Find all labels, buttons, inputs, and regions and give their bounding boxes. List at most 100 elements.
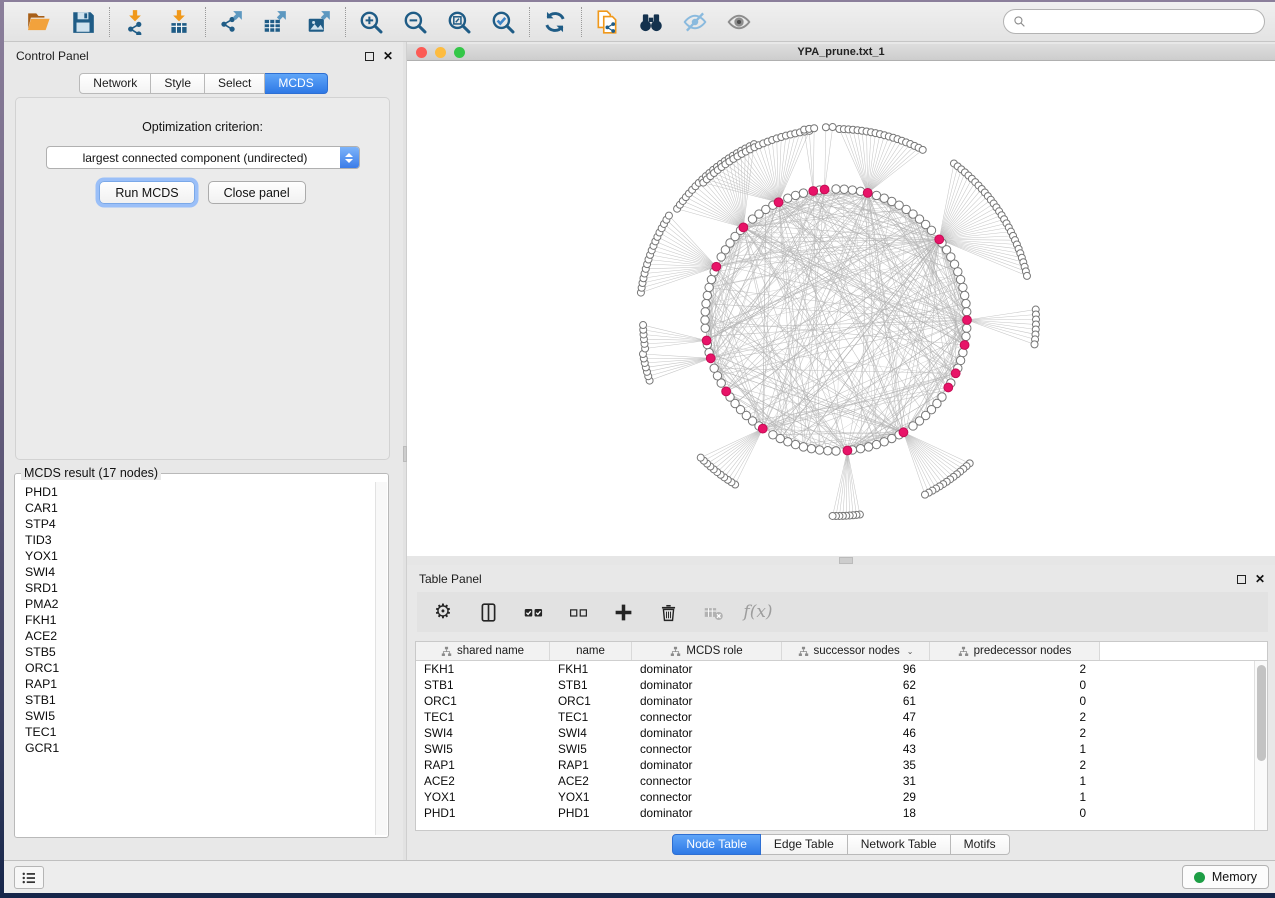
mcds-result-node[interactable]: STB5 xyxy=(25,644,374,660)
network-node[interactable] xyxy=(710,364,718,372)
network-mcds-node[interactable] xyxy=(951,369,960,378)
table-row[interactable]: STB1STB1dominator620 xyxy=(416,677,1254,693)
optimization-criterion-select[interactable]: largest connected component (undirected) xyxy=(46,146,360,169)
network-node[interactable] xyxy=(856,444,864,452)
network-node[interactable] xyxy=(824,447,832,455)
deselect-all-columns-button[interactable] xyxy=(566,600,590,624)
task-history-button[interactable] xyxy=(14,866,44,889)
mcds-result-node[interactable]: STB1 xyxy=(25,692,374,708)
network-node[interactable] xyxy=(909,422,917,430)
network-node[interactable] xyxy=(807,444,815,452)
network-node[interactable] xyxy=(832,447,840,455)
tab-node-table[interactable]: Node Table xyxy=(672,834,761,855)
network-leaf-node[interactable] xyxy=(822,124,829,131)
zoom-in-button[interactable] xyxy=(358,8,385,35)
column-header-name[interactable]: name xyxy=(550,642,632,660)
network-node[interactable] xyxy=(832,185,840,193)
network-mcds-node[interactable] xyxy=(809,187,818,196)
node-table-body[interactable]: FKH1FKH1dominator962STB1STB1dominator620… xyxy=(416,661,1254,830)
mcds-result-node[interactable]: YOX1 xyxy=(25,548,374,564)
network-node[interactable] xyxy=(701,316,709,324)
network-node[interactable] xyxy=(864,443,872,451)
tab-network-table[interactable]: Network Table xyxy=(848,834,951,855)
mcds-result-node[interactable]: CAR1 xyxy=(25,500,374,516)
mcds-result-node[interactable]: ORC1 xyxy=(25,660,374,676)
table-row[interactable]: TEC1TEC1connector472 xyxy=(416,709,1254,725)
network-node[interactable] xyxy=(799,189,807,197)
network-node[interactable] xyxy=(707,275,715,283)
column-header-MCDS-role[interactable]: MCDS role xyxy=(632,642,782,660)
network-mcds-node[interactable] xyxy=(820,185,829,194)
close-panel-button[interactable]: Close panel xyxy=(208,181,306,204)
network-node[interactable] xyxy=(848,186,856,194)
network-node[interactable] xyxy=(701,308,709,316)
mcds-result-list[interactable]: PHD1CAR1STP4TID3YOX1SWI4SRD1PMA2FKH1ACE2… xyxy=(16,482,374,835)
column-header-predecessor-nodes[interactable]: predecessor nodes xyxy=(930,642,1100,660)
network-leaf-node[interactable] xyxy=(919,146,926,153)
network-node[interactable] xyxy=(702,299,710,307)
network-leaf-node[interactable] xyxy=(697,454,704,461)
clone-network-button[interactable] xyxy=(594,8,621,35)
table-row[interactable]: SWI4SWI4dominator462 xyxy=(416,725,1254,741)
network-node[interactable] xyxy=(960,291,968,299)
refresh-button[interactable] xyxy=(542,8,569,35)
mcds-result-node[interactable]: ACE2 xyxy=(25,628,374,644)
network-leaf-node[interactable] xyxy=(1023,272,1030,279)
network-mcds-node[interactable] xyxy=(899,428,908,437)
tab-network[interactable]: Network xyxy=(79,73,151,94)
panel-divider-horizontal[interactable] xyxy=(407,556,1275,565)
table-row[interactable]: ACE2ACE2connector311 xyxy=(416,773,1254,789)
mcds-result-node[interactable]: TID3 xyxy=(25,532,374,548)
close-table-panel-icon[interactable]: ✕ xyxy=(1255,575,1265,584)
network-leaf-node[interactable] xyxy=(829,512,836,519)
network-mcds-node[interactable] xyxy=(758,424,767,433)
mcds-result-node[interactable]: SRD1 xyxy=(25,580,374,596)
network-leaf-node[interactable] xyxy=(640,322,647,329)
network-mcds-node[interactable] xyxy=(944,383,953,392)
run-mcds-button[interactable]: Run MCDS xyxy=(99,181,194,204)
network-mcds-node[interactable] xyxy=(739,223,748,232)
open-file-button[interactable] xyxy=(26,8,53,35)
network-node[interactable] xyxy=(956,275,964,283)
import-network-button[interactable] xyxy=(122,8,149,35)
network-node[interactable] xyxy=(701,324,709,332)
network-node[interactable] xyxy=(703,291,711,299)
delete-column-button[interactable] xyxy=(656,600,680,624)
export-table-button[interactable] xyxy=(262,8,289,35)
network-node[interactable] xyxy=(705,283,713,291)
table-settings-button[interactable]: ⚙ xyxy=(431,600,455,624)
zoom-fit-button[interactable] xyxy=(446,8,473,35)
mcds-result-node[interactable]: RAP1 xyxy=(25,676,374,692)
mcds-result-node[interactable]: TEC1 xyxy=(25,724,374,740)
column-header-shared-name[interactable]: shared name xyxy=(416,642,550,660)
mcds-result-scrollbar[interactable] xyxy=(375,482,387,835)
float-panel-icon[interactable] xyxy=(365,52,374,61)
zoom-selected-button[interactable] xyxy=(490,8,517,35)
network-node[interactable] xyxy=(872,440,880,448)
network-leaf-node[interactable] xyxy=(1031,341,1038,348)
memory-button[interactable]: Memory xyxy=(1182,865,1269,889)
network-node[interactable] xyxy=(784,194,792,202)
tab-edge-table[interactable]: Edge Table xyxy=(761,834,848,855)
network-node[interactable] xyxy=(963,324,971,332)
hide-selected-button[interactable] xyxy=(682,8,709,35)
network-node[interactable] xyxy=(791,440,799,448)
select-all-columns-button[interactable] xyxy=(521,600,545,624)
tab-motifs[interactable]: Motifs xyxy=(951,834,1010,855)
network-node[interactable] xyxy=(769,431,777,439)
column-chooser-button[interactable] xyxy=(476,600,500,624)
network-node[interactable] xyxy=(962,299,970,307)
float-table-panel-icon[interactable] xyxy=(1237,575,1246,584)
network-node[interactable] xyxy=(959,283,967,291)
network-mcds-node[interactable] xyxy=(722,387,731,396)
table-row[interactable]: YOX1YOX1connector291 xyxy=(416,789,1254,805)
zoom-out-button[interactable] xyxy=(402,8,429,35)
mcds-result-node[interactable]: SWI5 xyxy=(25,708,374,724)
table-row[interactable]: RAP1RAP1dominator352 xyxy=(416,757,1254,773)
network-mcds-node[interactable] xyxy=(963,316,972,325)
network-node[interactable] xyxy=(954,268,962,276)
export-network-button[interactable] xyxy=(218,8,245,35)
table-scrollbar[interactable] xyxy=(1254,661,1267,830)
network-leaf-node[interactable] xyxy=(921,491,928,498)
column-header-successor-nodes[interactable]: successor nodes⌄ xyxy=(782,642,930,660)
